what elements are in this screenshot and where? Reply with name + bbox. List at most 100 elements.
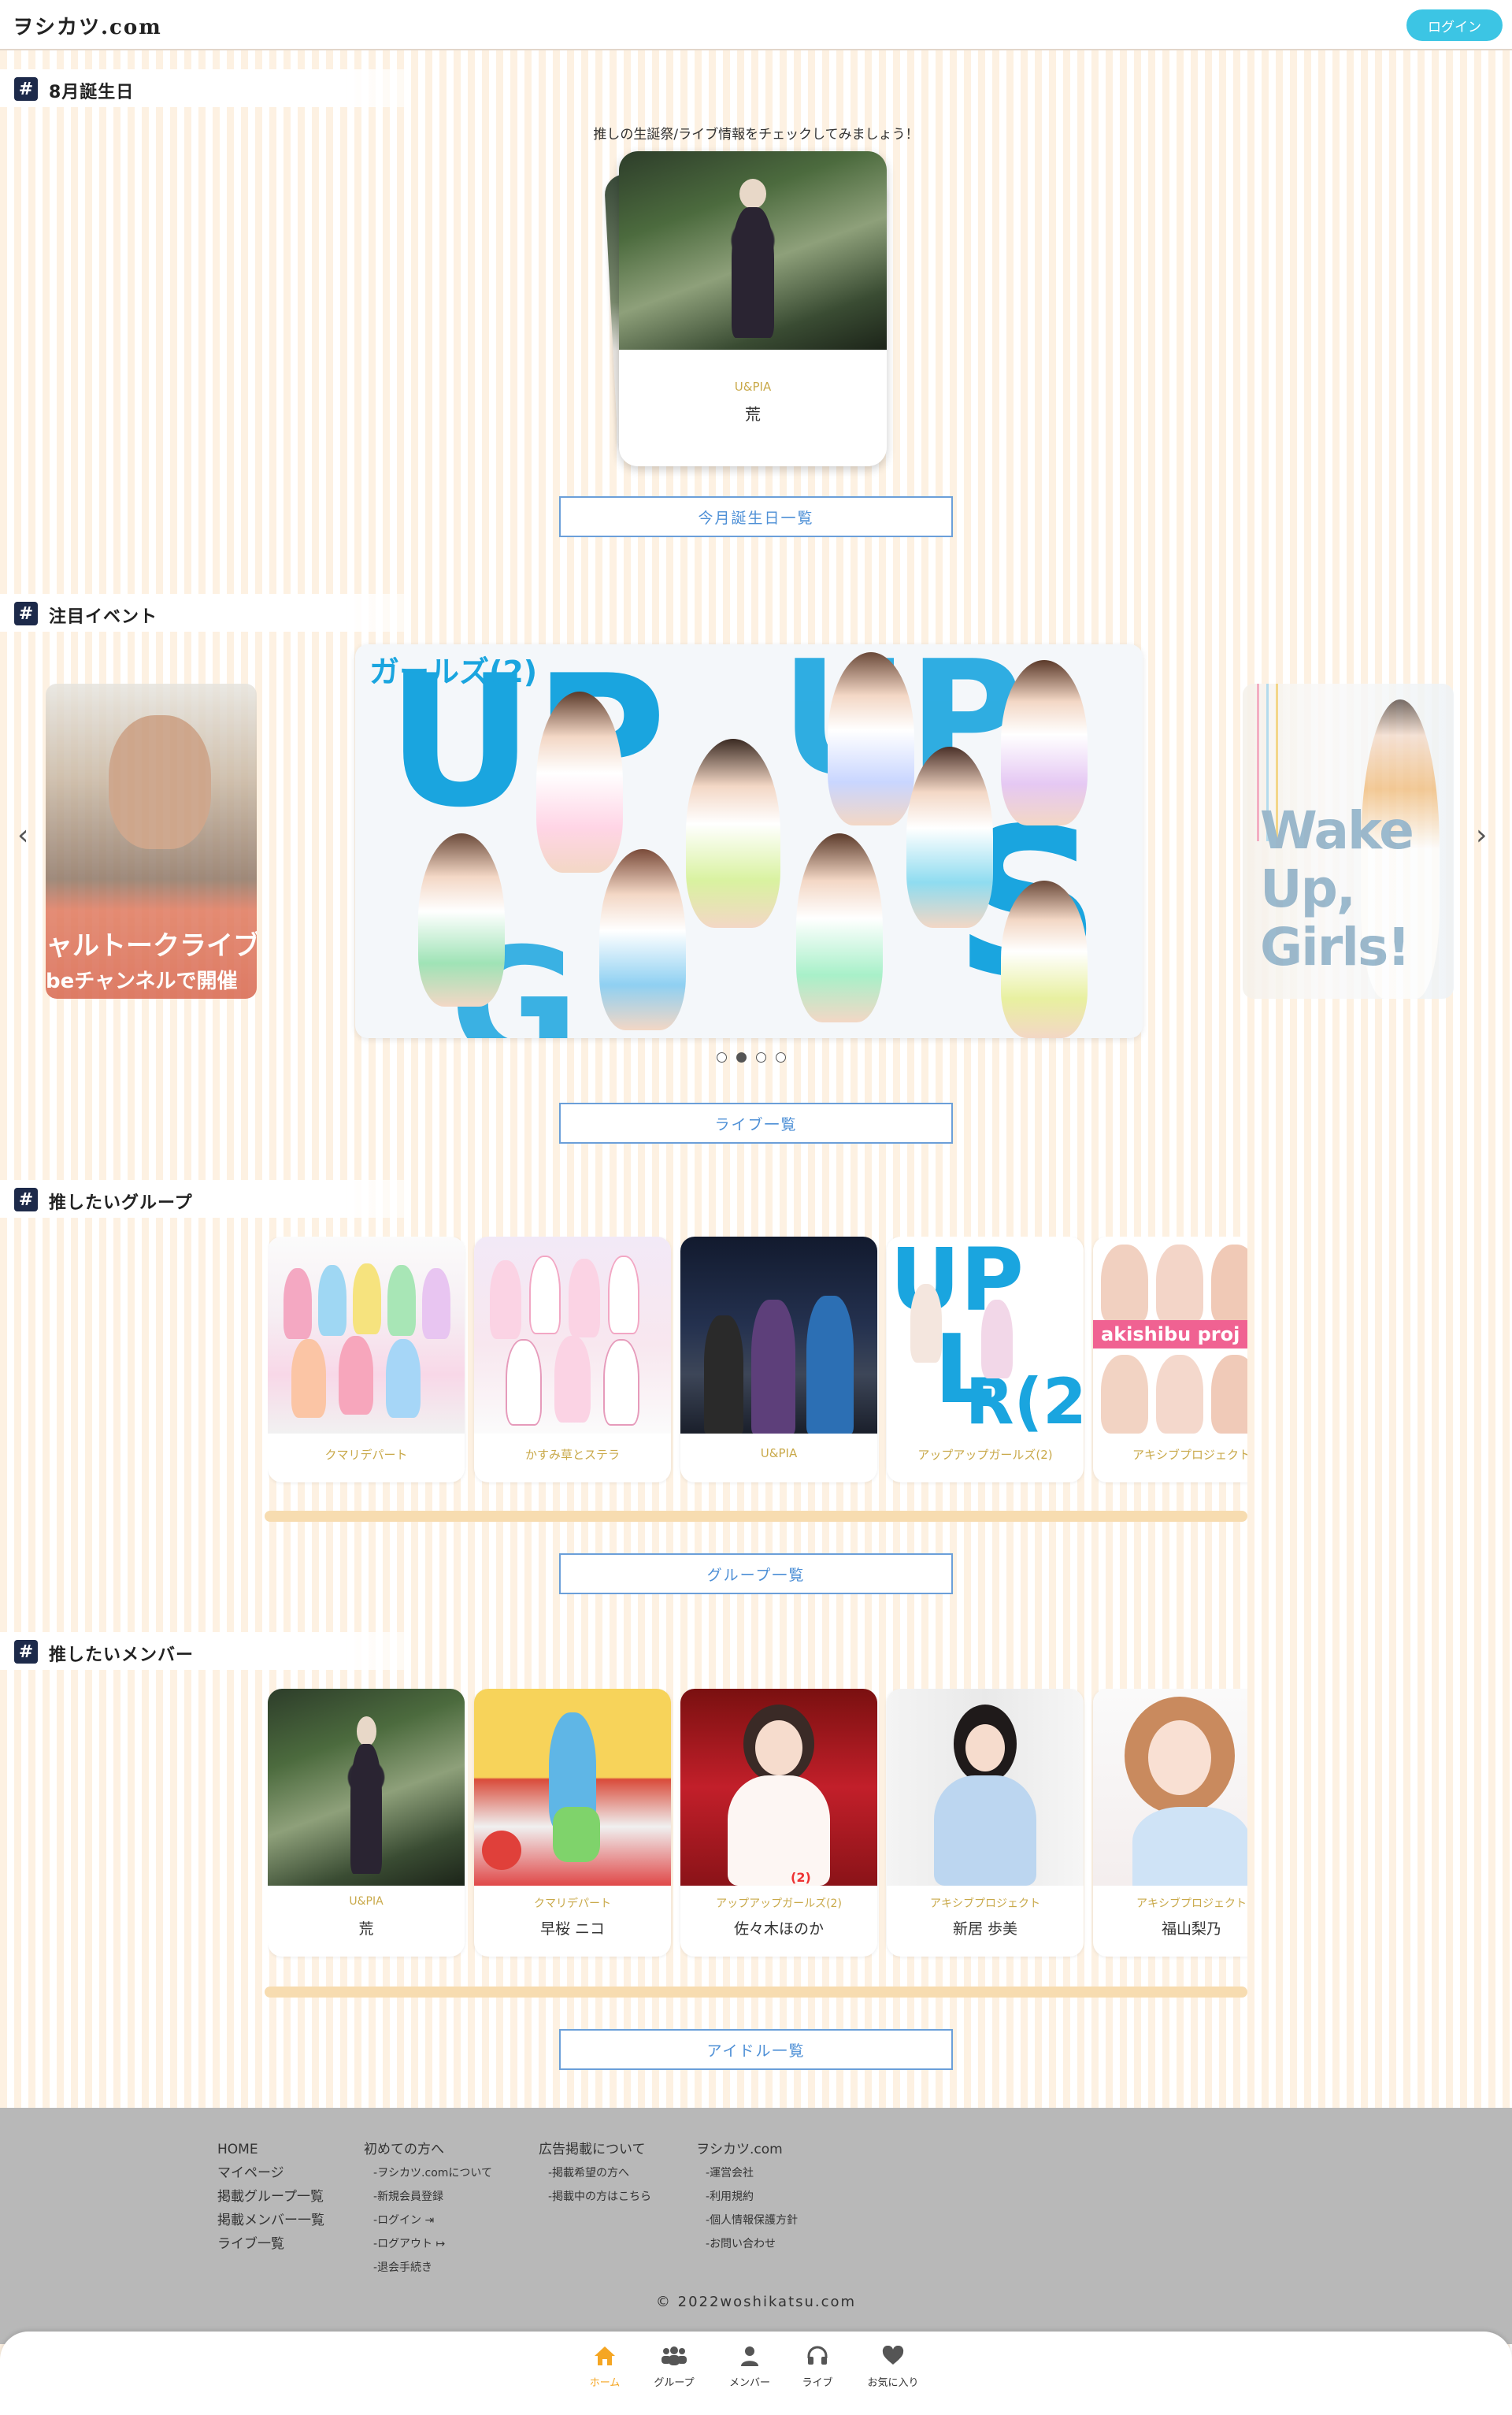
group-card[interactable]: U&PIA — [680, 1237, 877, 1482]
footer-link[interactable]: -利用規約 — [696, 2185, 798, 2209]
group-name: U&PIA — [760, 1446, 798, 1460]
member-figure — [1001, 660, 1088, 825]
member-photo — [1093, 1689, 1247, 1886]
footer-link[interactable]: 掲載グループ一覧 — [217, 2185, 324, 2209]
event-slide-next[interactable]: Wake Up, Girls! — [1243, 684, 1454, 999]
site-footer: HOME マイページ 掲載グループ一覧 掲載メンバー一覧 ライブ一覧 初めての方… — [0, 2108, 1512, 2344]
member-card-row[interactable]: U&PIA 荒 クマリデパート 早桜 ニコ (2) アップアップガールズ(2) … — [268, 1689, 1247, 1961]
headphones-icon — [786, 2343, 849, 2369]
nav-label: ライブ — [802, 2377, 833, 2389]
nav-label: お気に入り — [867, 2377, 919, 2389]
group-list-button[interactable]: グループ一覧 — [559, 1553, 953, 1594]
footer-heading: 初めての方へ — [364, 2142, 444, 2157]
nav-group[interactable]: グループ — [643, 2343, 706, 2389]
member-figure — [686, 739, 780, 928]
user-icon — [718, 2343, 781, 2369]
section-title: 推したいグループ — [49, 1193, 193, 1213]
card-group-name: U&PIA — [734, 380, 772, 394]
group-card[interactable]: クマリデパート — [268, 1237, 465, 1482]
home-icon — [573, 2343, 636, 2369]
member-photo — [619, 151, 887, 350]
member-card[interactable]: U&PIA 荒 — [268, 1689, 465, 1957]
hash-icon: # — [14, 1188, 38, 1211]
footer-link[interactable]: -新規会員登録 — [364, 2185, 492, 2209]
nav-home[interactable]: ホーム — [573, 2343, 636, 2389]
slide-logo-text: Wake Up, Girls! — [1260, 802, 1414, 978]
decor-line — [1257, 684, 1259, 841]
footer-link[interactable]: -ログアウト ↦ — [364, 2232, 492, 2256]
group-name: クマリデパート — [324, 1448, 408, 1462]
footer-link[interactable]: -掲載希望の方へ — [539, 2161, 651, 2185]
footer-link[interactable]: -運営会社 — [696, 2161, 798, 2185]
group-name: アップアップガールズ(2) — [917, 1448, 1053, 1462]
login-icon: ⇥ — [424, 2214, 435, 2227]
event-slide-prev[interactable]: ャルトークライブ beチャンネルで開催 — [46, 684, 257, 999]
member-card[interactable]: アキシブプロジェクト 福山梨乃 — [1093, 1689, 1247, 1957]
carousel-prev-arrow-icon[interactable]: ‹ — [17, 819, 28, 851]
member-name: 荒 — [358, 1920, 374, 1938]
site-logo[interactable]: ヲシカツ.com — [13, 11, 162, 40]
carousel-dot[interactable] — [776, 1052, 786, 1063]
footer-link[interactable]: 掲載メンバー一覧 — [217, 2209, 324, 2232]
birthday-card[interactable]: U&PIA 荒 — [619, 151, 887, 466]
group-photo: akishibu proj — [1093, 1237, 1247, 1434]
group-card[interactable]: かすみ草とステラ — [474, 1237, 671, 1482]
birthday-list-button[interactable]: 今月誕生日一覧 — [559, 496, 953, 537]
member-figure — [536, 692, 623, 873]
slide-photo — [109, 715, 211, 849]
nav-member[interactable]: メンバー — [718, 2343, 781, 2389]
section-title: 注目イベント — [49, 607, 158, 627]
footer-link[interactable]: -ヲシカツ.comについて — [364, 2161, 492, 2185]
member-figure — [906, 747, 993, 928]
member-group-name: クマリデパート — [534, 1898, 611, 1910]
group-row-scrollbar[interactable] — [265, 1511, 1247, 1522]
nav-favorites[interactable]: お気に入り — [862, 2343, 925, 2389]
hash-icon: # — [14, 1640, 38, 1664]
member-badge: (2) — [791, 1870, 811, 1885]
idol-list-button[interactable]: アイドル一覧 — [559, 2029, 953, 2070]
footer-heading: 広告掲載について — [539, 2142, 646, 2157]
footer-link[interactable]: -ログイン ⇥ — [364, 2209, 492, 2232]
footer-link[interactable]: -掲載中の方はこちら — [539, 2185, 651, 2209]
member-figure — [1001, 881, 1088, 1038]
member-card[interactable]: クマリデパート 早桜 ニコ — [474, 1689, 671, 1957]
member-row-scrollbar[interactable] — [265, 1987, 1247, 1998]
birthday-subtitle: 推しの生誕祭/ライブ情報をチェックしてみましょう！ — [593, 127, 919, 143]
member-name: 早桜 ニコ — [539, 1920, 606, 1938]
footer-heading: ヲシカツ.com — [696, 2142, 783, 2157]
carousel-dot[interactable] — [756, 1052, 766, 1063]
card-member-name: 荒 — [745, 405, 761, 424]
member-photo — [887, 1689, 1084, 1886]
slide-text: Girls! — [1260, 917, 1410, 978]
member-group-name: アキシブプロジェクト — [930, 1898, 1040, 1910]
footer-link[interactable]: -お問い合わせ — [696, 2232, 798, 2256]
member-card[interactable]: (2) アップアップガールズ(2) 佐々木ほのか — [680, 1689, 877, 1957]
member-photo — [474, 1689, 671, 1886]
login-button[interactable]: ログイン — [1406, 9, 1503, 41]
member-group-name: U&PIA — [349, 1895, 384, 1908]
footer-link[interactable]: -退会手続き — [364, 2256, 492, 2280]
group-photo — [680, 1237, 877, 1434]
copyright: © 2022woshikatsu.com — [655, 2294, 857, 2310]
footer-link[interactable]: ライブ一覧 — [217, 2232, 324, 2256]
nav-live[interactable]: ライブ — [786, 2343, 849, 2389]
footer-link[interactable]: マイページ — [217, 2161, 324, 2185]
group-card[interactable]: akishibu proj アキシブプロジェクト — [1093, 1237, 1247, 1482]
groups-section-header: # 推したいグループ — [0, 1180, 405, 1218]
carousel-next-arrow-icon[interactable]: › — [1476, 819, 1487, 851]
group-card-row[interactable]: クマリデパート かすみ草とステラ U&PIA UP L R(2 アップアップガー… — [268, 1237, 1247, 1489]
group-card[interactable]: UP L R(2 アップアップガールズ(2) — [887, 1237, 1084, 1482]
slide-tag: ガールズ(2) — [369, 655, 538, 689]
footer-main-links: HOME マイページ 掲載グループ一覧 掲載メンバー一覧 ライブ一覧 — [217, 2138, 324, 2256]
footer-beginners-links: 初めての方へ -ヲシカツ.comについて -新規会員登録 -ログイン ⇥ -ログ… — [364, 2138, 492, 2280]
hash-icon: # — [14, 602, 38, 625]
live-list-button[interactable]: ライブ一覧 — [559, 1103, 953, 1144]
site-header: ヲシカツ.com ログイン — [0, 0, 1512, 50]
event-slide-main[interactable]: UP UP S G ガールズ(2) — [355, 644, 1143, 1038]
footer-link[interactable]: -個人情報保護方針 — [696, 2209, 798, 2232]
footer-link[interactable]: HOME — [217, 2138, 324, 2161]
hash-icon: # — [14, 77, 38, 101]
member-card[interactable]: アキシブプロジェクト 新居 歩美 — [887, 1689, 1084, 1957]
carousel-dot-active[interactable] — [736, 1052, 747, 1063]
carousel-dot[interactable] — [717, 1052, 727, 1063]
